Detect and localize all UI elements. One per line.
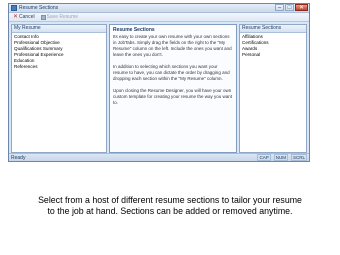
- resume-sections-window: Resume Sections – □ ✕ ✕ Cancel Save Resu…: [8, 3, 310, 162]
- status-text: Ready: [11, 154, 26, 161]
- list-item-personal[interactable]: Personal: [240, 52, 306, 58]
- available-sections-list: Affiliations Certifications Awards Perso…: [240, 33, 306, 58]
- window-title: Resume Sections: [19, 5, 59, 11]
- app-icon: [11, 5, 17, 11]
- cancel-label: Cancel: [19, 14, 35, 20]
- title-bar: Resume Sections – □ ✕: [9, 4, 309, 13]
- save-icon: [40, 14, 46, 20]
- my-resume-pane[interactable]: My Resume Contact Info Professional Obje…: [11, 24, 107, 153]
- minimize-button[interactable]: –: [275, 4, 284, 11]
- available-sections-header: Resume Sections: [240, 25, 306, 33]
- caption: Select from a host of different resume s…: [6, 195, 334, 217]
- num-indicator: NUM: [273, 154, 288, 161]
- maximize-button[interactable]: □: [285, 4, 294, 11]
- close-button[interactable]: ✕: [295, 4, 308, 11]
- help-text: Its easy to create your own resume with …: [110, 34, 236, 116]
- save-label: Save Resume: [46, 14, 79, 20]
- help-paragraph: Its easy to create your own resume with …: [113, 34, 232, 57]
- status-bar: Ready CAP NUM SCRL: [9, 153, 309, 161]
- my-resume-list: Contact Info Professional Objective Qual…: [12, 33, 106, 70]
- close-icon: ✕: [13, 14, 19, 20]
- cancel-button[interactable]: ✕ Cancel: [11, 14, 37, 21]
- list-item-references[interactable]: References: [12, 64, 106, 70]
- help-paragraph: Upon closing the Resume Designer, you wi…: [113, 88, 233, 105]
- help-paragraph: In addition to selecting which sections …: [113, 64, 230, 81]
- content-area: My Resume Contact Info Professional Obje…: [11, 24, 307, 153]
- available-sections-pane[interactable]: Resume Sections Affiliations Certificati…: [239, 24, 307, 153]
- toolbar: ✕ Cancel Save Resume: [9, 13, 309, 22]
- scrl-indicator: SCRL: [290, 154, 307, 161]
- save-resume-button[interactable]: Save Resume: [39, 14, 80, 21]
- caption-line: Select from a host of different resume s…: [38, 195, 302, 205]
- help-title: Resume Sections: [113, 27, 155, 33]
- help-pane: Resume Sections Its easy to create your …: [109, 24, 237, 153]
- cap-indicator: CAP: [257, 154, 271, 161]
- my-resume-header: My Resume: [12, 25, 106, 33]
- window-controls: – □ ✕: [274, 4, 308, 12]
- caption-line: to the job at hand. Sections can be adde…: [47, 206, 293, 216]
